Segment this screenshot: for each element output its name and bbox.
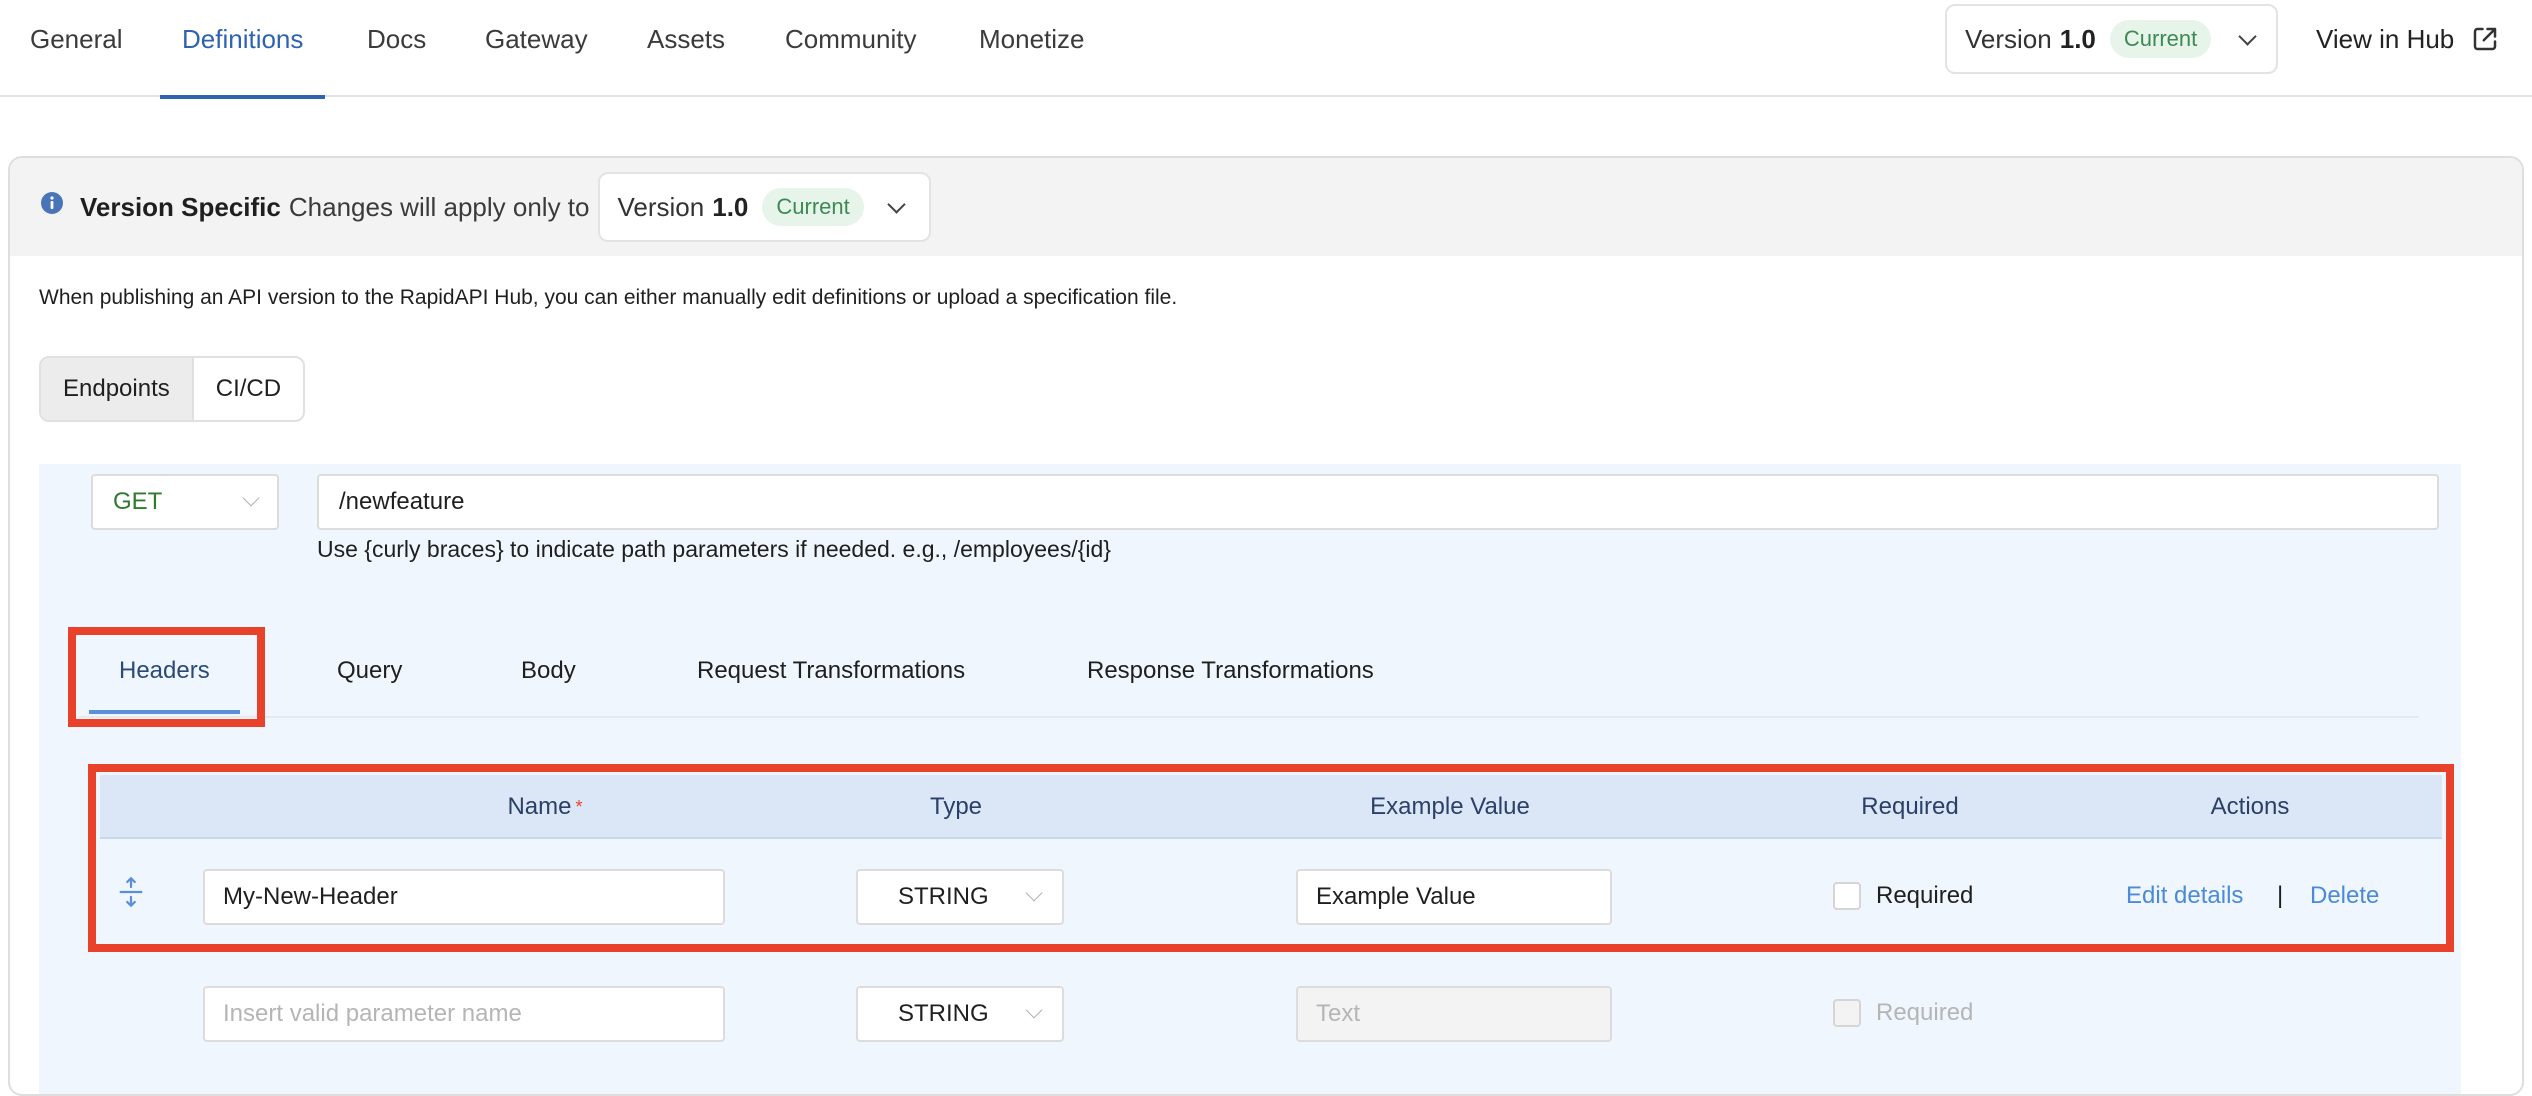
- header-type-select[interactable]: STRING: [856, 869, 1064, 925]
- drag-reorder-icon[interactable]: [118, 877, 144, 907]
- header-required-label: Required: [1876, 882, 1974, 909]
- column-actions: Actions: [2210, 793, 2290, 820]
- version-number: 1.0: [712, 191, 749, 222]
- version-label: Version: [1965, 23, 2052, 54]
- tab-community[interactable]: Community: [785, 0, 916, 97]
- endpoint-path-input[interactable]: [317, 474, 2439, 530]
- delete-link[interactable]: Delete: [2310, 882, 2379, 910]
- header-example-value-input[interactable]: [1296, 869, 1612, 925]
- subtab-request-transformations[interactable]: Request Transformations: [697, 624, 965, 718]
- column-name-label: Name: [507, 793, 572, 820]
- definitions-card: Version Specific Changes will apply only…: [8, 156, 2524, 1096]
- version-specific-banner: Version Specific Changes will apply only…: [10, 158, 2522, 256]
- banner-text: Changes will apply only to: [288, 191, 590, 222]
- new-header-required-label: Required: [1876, 999, 1974, 1026]
- edit-details-link[interactable]: Edit details: [2126, 882, 2243, 910]
- column-type: Type: [929, 793, 983, 820]
- header-name-input[interactable]: [203, 869, 725, 925]
- header-type-value: STRING: [898, 883, 989, 910]
- external-link-icon: [2474, 27, 2497, 51]
- banner-title: Version Specific: [80, 191, 281, 222]
- new-header-name-input[interactable]: [203, 986, 725, 1042]
- tab-general[interactable]: General: [30, 0, 123, 97]
- version-label: Version: [617, 191, 705, 222]
- new-parameter-row: STRING Required: [100, 958, 2442, 1068]
- info-icon: [41, 192, 63, 214]
- path-hint: Use {curly braces} to indicate path para…: [317, 536, 1111, 562]
- tab-monetize[interactable]: Monetize: [979, 0, 1085, 97]
- tab-definitions[interactable]: Definitions: [159, 0, 326, 99]
- chevron-down-icon: [886, 195, 906, 214]
- column-example-value: Example Value: [1370, 793, 1530, 820]
- http-method-select[interactable]: GET: [91, 474, 279, 530]
- subtab-headers[interactable]: Headers: [89, 624, 240, 718]
- actions-separator: |: [2277, 882, 2284, 909]
- chevron-down-icon: [2238, 27, 2257, 46]
- column-required: Required: [1861, 793, 1959, 820]
- new-header-example-input: [1296, 986, 1612, 1042]
- view-in-hub-link[interactable]: View in Hub: [2316, 0, 2500, 78]
- top-nav: General Definitions Docs Gateway Assets …: [0, 0, 2532, 99]
- subtab-query[interactable]: Query: [337, 624, 402, 718]
- mode-segmented-control: Endpoints CI/CD: [39, 356, 306, 422]
- current-badge: Current: [762, 188, 864, 226]
- view-in-hub-label: View in Hub: [2316, 23, 2455, 54]
- current-badge: Current: [2109, 20, 2212, 58]
- tab-docs[interactable]: Docs: [367, 0, 426, 97]
- http-method-value: GET: [113, 488, 163, 515]
- version-select[interactable]: Version 1.0 Current: [1945, 4, 2278, 74]
- subtab-response-transformations[interactable]: Response Transformations: [1087, 624, 1374, 718]
- new-header-type-value: STRING: [898, 1000, 989, 1027]
- subtab-body[interactable]: Body: [521, 624, 576, 718]
- required-asterisk: *: [575, 797, 583, 817]
- tab-assets[interactable]: Assets: [647, 0, 725, 97]
- headers-table-header: Name * Type Example Value Required Action…: [100, 775, 2442, 839]
- new-header-required-checkbox: [1833, 999, 1861, 1027]
- tab-gateway[interactable]: Gateway: [485, 0, 588, 97]
- new-header-type-select[interactable]: STRING: [856, 986, 1064, 1042]
- chevron-down-icon: [1025, 1001, 1043, 1019]
- segment-cicd[interactable]: CI/CD: [194, 358, 303, 420]
- header-required-checkbox[interactable]: [1833, 882, 1861, 910]
- banner-version-select[interactable]: Version 1.0 Current: [597, 172, 931, 242]
- segment-endpoints[interactable]: Endpoints: [41, 358, 194, 420]
- parameter-tabs: Headers Query Body Request Transformatio…: [79, 624, 2419, 718]
- table-row: STRING Required Edit details | Delete: [100, 841, 2442, 951]
- chevron-down-icon: [242, 489, 260, 507]
- version-number: 1.0: [2059, 23, 2096, 54]
- definitions-description: When publishing an API version to the Ra…: [39, 286, 1178, 309]
- column-name: Name *: [320, 775, 770, 839]
- chevron-down-icon: [1025, 884, 1043, 902]
